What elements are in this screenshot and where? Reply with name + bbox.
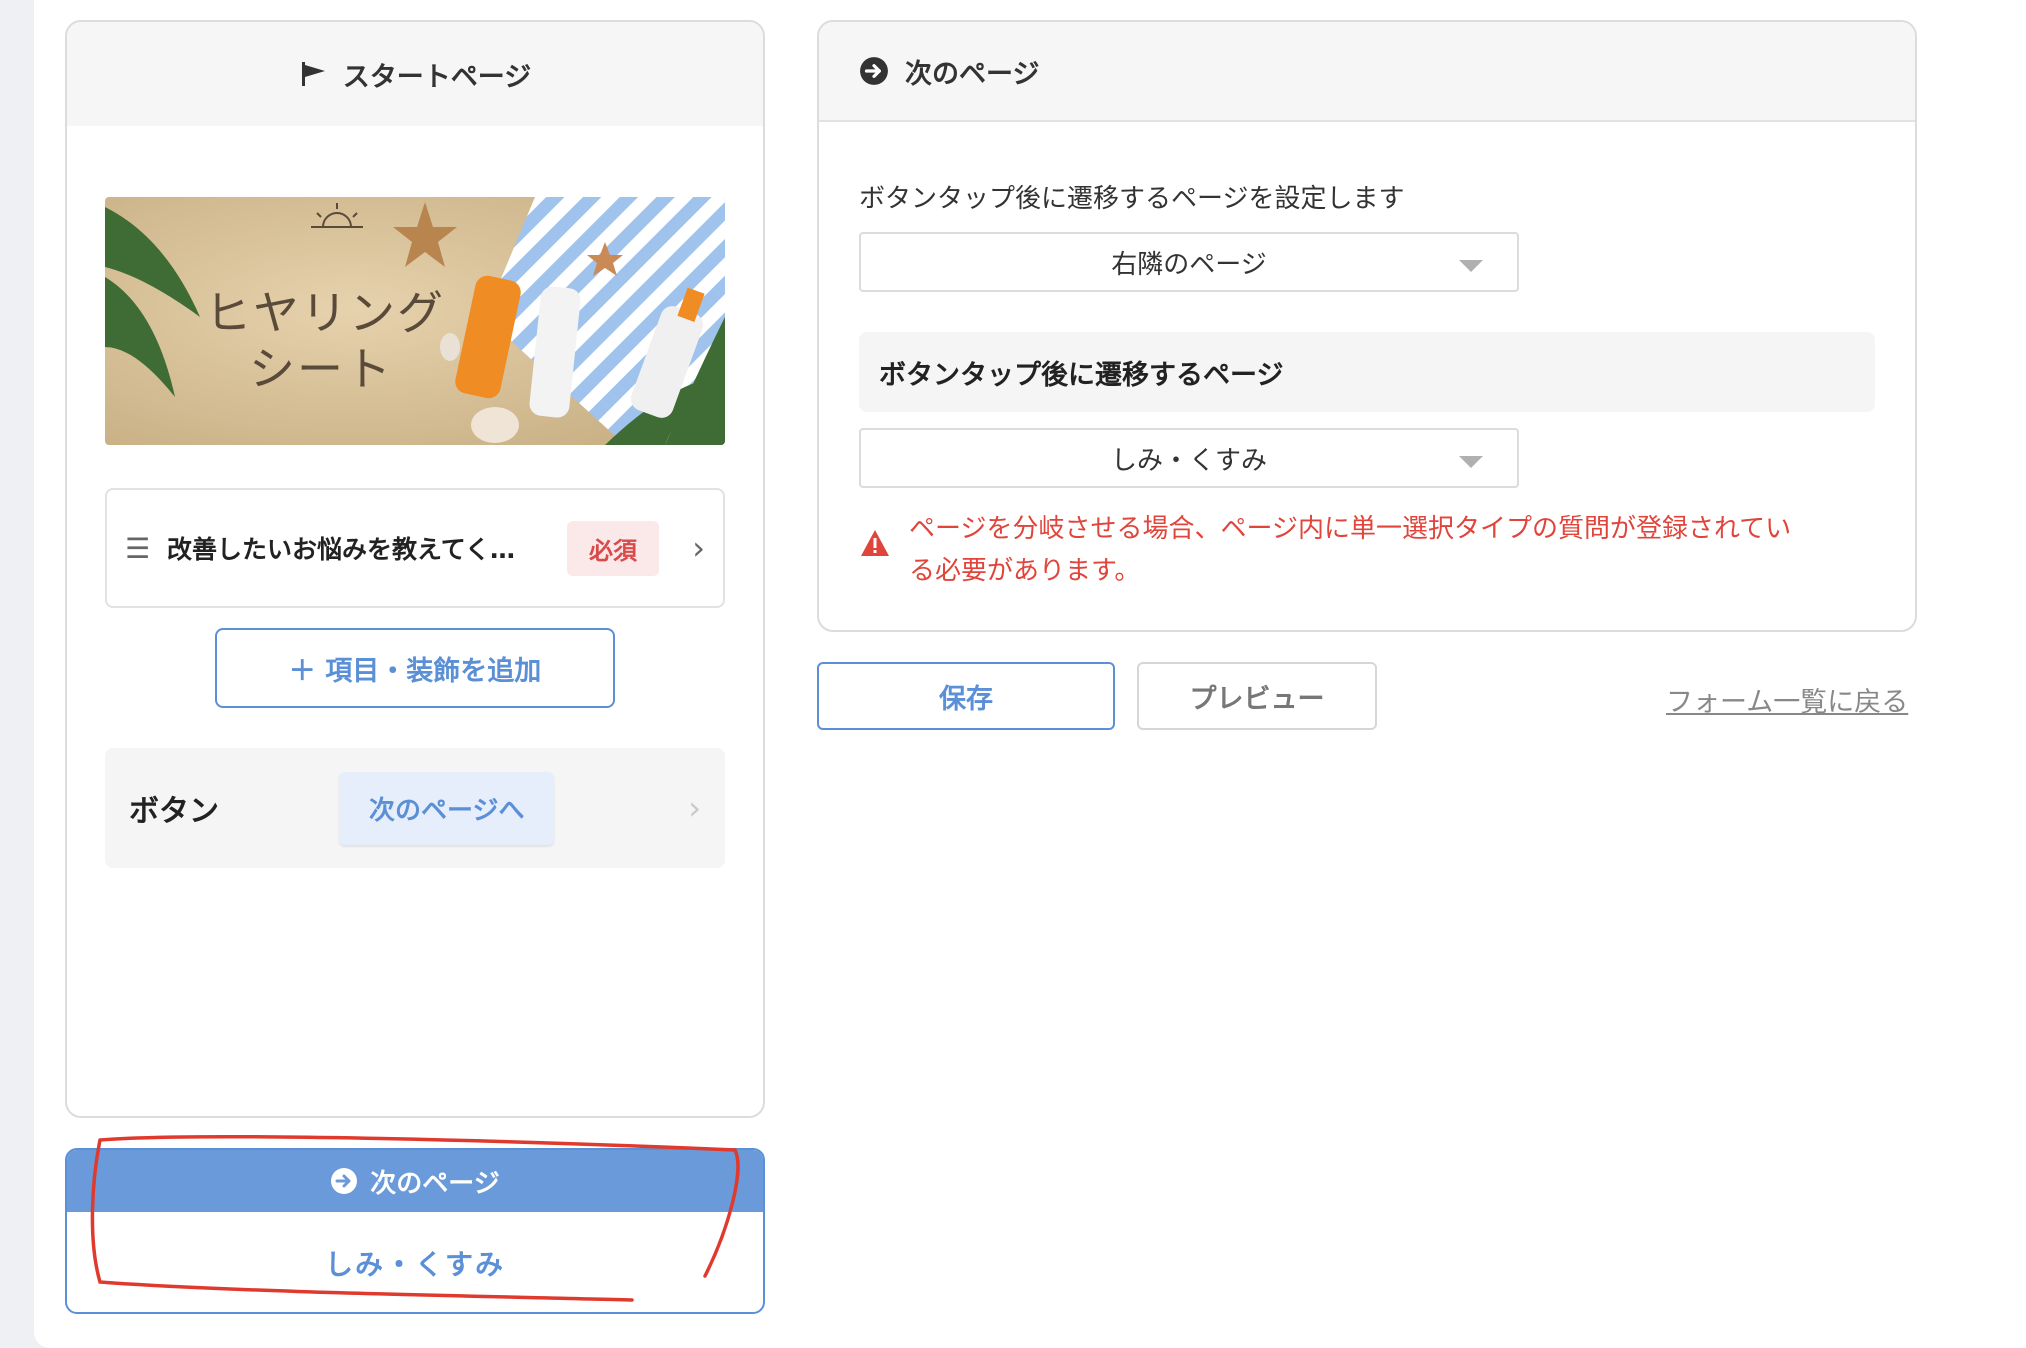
next-page-card-header: 次のページ: [67, 1150, 763, 1212]
hero-title: ヒヤリング シート: [205, 286, 445, 396]
transition-type-select[interactable]: 右隣のページ: [859, 232, 1519, 292]
next-page-button[interactable]: 次のページへ: [339, 771, 555, 845]
caret-down-icon: [1459, 456, 1483, 468]
flag-icon: [299, 60, 329, 88]
start-page-header: スタートページ: [67, 22, 763, 126]
button-setting-row[interactable]: ボタン 次のページへ ›: [105, 748, 725, 868]
next-page-settings-title: 次のページ: [905, 58, 1040, 90]
required-badge: 必須: [567, 520, 659, 576]
drag-handle-icon[interactable]: ☰: [125, 532, 155, 565]
arrow-circle-icon: [859, 56, 889, 86]
chevron-right-icon[interactable]: ›: [688, 789, 701, 827]
question-row[interactable]: ☰ 改善したいお悩みを教えてく… 必須 ›: [105, 488, 725, 608]
next-page-card-title: 次のページ: [370, 1168, 500, 1199]
start-page-title: スタートページ: [342, 61, 532, 93]
arrow-circle-icon: [330, 1167, 358, 1195]
hero-image[interactable]: ヒヤリング シート: [105, 197, 725, 445]
error-message: ページを分岐させる場合、ページ内に単一選択タイプの質問が登録されてい る必要があ…: [859, 508, 1879, 592]
question-label: 改善したいお悩みを教えてく…: [167, 535, 516, 564]
chevron-right-icon[interactable]: ›: [692, 529, 705, 567]
save-button[interactable]: 保存: [817, 662, 1115, 730]
transition-description: ボタンタップ後に遷移するページを設定します: [859, 184, 1405, 214]
target-page-subheader: ボタンタップ後に遷移するページ: [859, 332, 1875, 412]
preview-button[interactable]: プレビュー: [1137, 662, 1377, 730]
add-item-button[interactable]: ＋ 項目・装飾を追加: [215, 628, 615, 708]
next-page-settings-header: 次のページ: [819, 22, 1915, 122]
next-page-card[interactable]: 次のページ しみ・くすみ: [65, 1148, 765, 1314]
back-to-form-list-link[interactable]: フォーム一覧に戻る: [1666, 680, 1908, 719]
warning-icon: [859, 508, 891, 592]
next-page-settings-panel: 次のページ ボタンタップ後に遷移するページを設定します 右隣のページ ボタンタッ…: [817, 20, 1917, 632]
start-page-panel: スタートページ ヒヤリング シート ☰ 改善したいお悩みを教えてく… 必須 › …: [65, 20, 765, 1118]
caret-down-icon: [1459, 260, 1483, 272]
next-page-target: しみ・くすみ: [324, 1248, 505, 1281]
target-page-select[interactable]: しみ・くすみ: [859, 428, 1519, 488]
button-label: ボタン: [129, 794, 219, 829]
